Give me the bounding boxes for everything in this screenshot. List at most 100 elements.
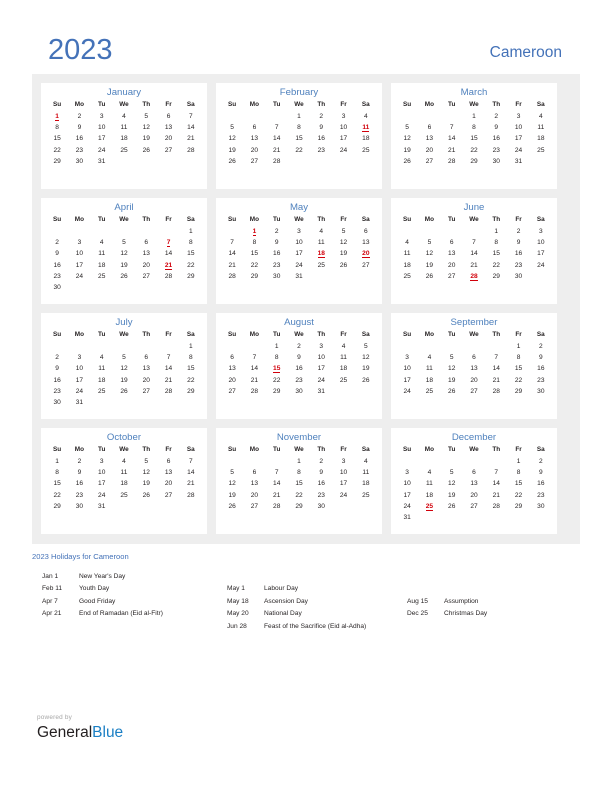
day-cell[interactable]: 11	[91, 248, 113, 259]
day-cell[interactable]: 4	[91, 352, 113, 363]
day-cell[interactable]: 27	[441, 271, 463, 282]
day-cell[interactable]: 14	[266, 478, 288, 489]
day-cell[interactable]: 1	[46, 456, 68, 467]
day-cell[interactable]: 3	[68, 352, 90, 363]
day-cell[interactable]: 15	[507, 478, 529, 489]
day-cell[interactable]: 30	[266, 271, 288, 282]
day-cell[interactable]: 24	[507, 145, 529, 156]
day-cell[interactable]: 4	[418, 352, 440, 363]
day-cell[interactable]: 2	[46, 352, 68, 363]
day-cell[interactable]: 23	[68, 145, 90, 156]
day-cell[interactable]: 26	[113, 271, 135, 282]
day-cell[interactable]: 15	[463, 133, 485, 144]
day-cell[interactable]: 10	[91, 122, 113, 133]
day-cell[interactable]: 6	[243, 122, 265, 133]
day-cell[interactable]: 22	[46, 145, 68, 156]
day-cell[interactable]: 25	[113, 145, 135, 156]
day-cell[interactable]: 6	[221, 352, 243, 363]
day-cell[interactable]: 9	[266, 237, 288, 248]
day-cell[interactable]: 17	[507, 133, 529, 144]
day-cell[interactable]: 2	[68, 111, 90, 122]
day-cell-holiday[interactable]: 1	[243, 226, 265, 237]
day-cell[interactable]: 20	[243, 145, 265, 156]
day-cell[interactable]: 27	[157, 145, 179, 156]
day-cell[interactable]: 26	[396, 156, 418, 167]
day-cell[interactable]: 2	[266, 226, 288, 237]
day-cell[interactable]: 29	[243, 271, 265, 282]
day-cell[interactable]: 5	[441, 352, 463, 363]
day-cell[interactable]: 29	[46, 156, 68, 167]
day-cell[interactable]: 19	[221, 490, 243, 501]
day-cell[interactable]: 21	[266, 490, 288, 501]
day-cell[interactable]: 1	[485, 226, 507, 237]
day-cell[interactable]: 23	[530, 375, 552, 386]
day-cell[interactable]: 9	[530, 467, 552, 478]
day-cell[interactable]: 22	[46, 490, 68, 501]
day-cell[interactable]: 12	[113, 248, 135, 259]
day-cell[interactable]: 27	[243, 156, 265, 167]
day-cell[interactable]: 16	[46, 260, 68, 271]
day-cell[interactable]: 16	[310, 478, 332, 489]
day-cell[interactable]: 16	[485, 133, 507, 144]
day-cell[interactable]: 23	[46, 386, 68, 397]
day-cell[interactable]: 18	[418, 375, 440, 386]
day-cell[interactable]: 13	[221, 363, 243, 374]
day-cell[interactable]: 9	[288, 352, 310, 363]
day-cell[interactable]: 20	[157, 133, 179, 144]
day-cell[interactable]: 26	[355, 375, 377, 386]
day-cell[interactable]: 28	[157, 386, 179, 397]
day-cell[interactable]: 14	[157, 248, 179, 259]
day-cell-holiday[interactable]: 21	[157, 260, 179, 271]
day-cell[interactable]: 30	[68, 156, 90, 167]
day-cell[interactable]: 24	[68, 386, 90, 397]
day-cell[interactable]: 8	[507, 352, 529, 363]
day-cell-holiday[interactable]: 7	[157, 237, 179, 248]
day-cell[interactable]: 19	[113, 260, 135, 271]
day-cell[interactable]: 18	[332, 363, 354, 374]
day-cell[interactable]: 20	[157, 478, 179, 489]
day-cell-holiday[interactable]: 20	[355, 248, 377, 259]
day-cell[interactable]: 7	[485, 352, 507, 363]
day-cell[interactable]: 3	[310, 341, 332, 352]
day-cell[interactable]: 7	[243, 352, 265, 363]
day-cell[interactable]: 13	[463, 363, 485, 374]
day-cell[interactable]: 7	[221, 237, 243, 248]
day-cell[interactable]: 22	[485, 260, 507, 271]
day-cell[interactable]: 2	[288, 341, 310, 352]
day-cell[interactable]: 5	[135, 111, 157, 122]
day-cell[interactable]: 3	[396, 352, 418, 363]
day-cell[interactable]: 3	[91, 111, 113, 122]
day-cell[interactable]: 23	[68, 490, 90, 501]
day-cell[interactable]: 4	[530, 111, 552, 122]
day-cell[interactable]: 17	[91, 478, 113, 489]
day-cell[interactable]: 27	[463, 501, 485, 512]
day-cell[interactable]: 8	[463, 122, 485, 133]
day-cell[interactable]: 24	[91, 145, 113, 156]
day-cell[interactable]: 26	[418, 271, 440, 282]
day-cell[interactable]: 21	[221, 260, 243, 271]
day-cell[interactable]: 1	[266, 341, 288, 352]
day-cell[interactable]: 31	[68, 397, 90, 408]
day-cell[interactable]: 7	[157, 352, 179, 363]
day-cell[interactable]: 11	[418, 363, 440, 374]
day-cell-holiday[interactable]: 28	[463, 271, 485, 282]
day-cell[interactable]: 22	[180, 375, 202, 386]
day-cell[interactable]: 10	[332, 122, 354, 133]
day-cell[interactable]: 19	[135, 478, 157, 489]
day-cell[interactable]: 26	[221, 156, 243, 167]
day-cell[interactable]: 6	[418, 122, 440, 133]
day-cell[interactable]: 28	[266, 156, 288, 167]
day-cell[interactable]: 5	[355, 341, 377, 352]
day-cell[interactable]: 11	[355, 467, 377, 478]
day-cell[interactable]: 19	[355, 363, 377, 374]
day-cell[interactable]: 31	[310, 386, 332, 397]
day-cell[interactable]: 7	[180, 456, 202, 467]
day-cell[interactable]: 14	[485, 478, 507, 489]
day-cell[interactable]: 4	[113, 456, 135, 467]
day-cell[interactable]: 10	[507, 122, 529, 133]
day-cell[interactable]: 17	[530, 248, 552, 259]
day-cell[interactable]: 24	[68, 271, 90, 282]
day-cell[interactable]: 15	[180, 363, 202, 374]
day-cell[interactable]: 20	[441, 260, 463, 271]
day-cell[interactable]: 25	[91, 386, 113, 397]
